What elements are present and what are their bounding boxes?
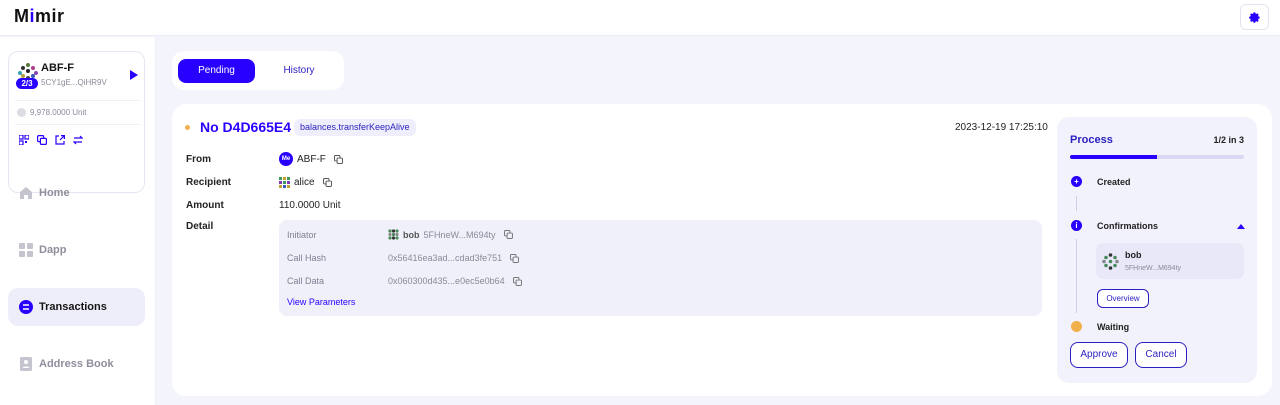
sidebar-item-label: Home xyxy=(39,187,70,199)
gear-icon xyxy=(1249,11,1260,23)
account-card[interactable]: 2/3 ABF-F 5CY1gE...QiHR9V 9,978.0000 Uni… xyxy=(8,51,145,193)
process-title: Process xyxy=(1070,134,1113,146)
from-value: Me ABF-F xyxy=(279,152,343,166)
external-link-icon[interactable] xyxy=(55,134,65,145)
account-address: 5CY1gE...QiHR9V xyxy=(41,78,107,87)
top-bar: Mimir xyxy=(0,0,1280,36)
sidebar-item-address-book[interactable]: Address Book xyxy=(8,345,145,383)
signer-address: 5FHneW...M694ty xyxy=(1125,265,1182,272)
transaction-tabs: Pending History xyxy=(172,51,344,90)
recipient-avatar xyxy=(279,177,290,188)
app-logo[interactable]: Mimir xyxy=(14,6,65,27)
initiator-label: Initiator xyxy=(287,230,317,240)
account-actions xyxy=(18,134,84,146)
detail-label: Detail xyxy=(186,221,214,232)
account-name: ABF-F xyxy=(41,62,74,74)
copy-icon[interactable] xyxy=(510,253,520,263)
overview-button[interactable]: Overview xyxy=(1097,289,1149,308)
tab-pending[interactable]: Pending xyxy=(178,59,255,83)
initiator-avatar xyxy=(388,229,399,240)
dapp-icon xyxy=(19,243,33,257)
initiator-name: bob xyxy=(403,229,420,240)
step-waiting: Waiting xyxy=(1097,322,1130,332)
amount-label: Amount xyxy=(186,200,224,211)
pending-status-dot xyxy=(185,125,190,130)
threshold-badge: 2/3 xyxy=(16,78,38,89)
process-count: 1/2 in 3 xyxy=(1213,135,1244,145)
from-name: ABF-F xyxy=(297,153,326,165)
call-hash-label: Call Hash xyxy=(287,253,327,263)
timeline-line xyxy=(1076,196,1077,211)
method-badge: balances.transferKeepAlive xyxy=(294,119,416,136)
call-hash-value: 0x56416ea3ad...cdad3fe751 xyxy=(388,253,520,263)
sidebar-item-label: Dapp xyxy=(39,244,67,256)
coin-icon xyxy=(17,107,26,117)
signer-name: bob xyxy=(1125,250,1142,260)
home-icon xyxy=(20,187,32,199)
process-progress-bar xyxy=(1070,155,1244,159)
sidebar-item-dapp[interactable]: Dapp xyxy=(8,231,145,269)
me-badge: Me xyxy=(279,152,293,166)
recipient-value: alice xyxy=(279,177,332,188)
copy-icon[interactable] xyxy=(37,134,48,146)
recipient-label: Recipient xyxy=(186,177,232,188)
copy-icon[interactable] xyxy=(503,230,513,239)
copy-icon[interactable] xyxy=(322,178,332,187)
from-label: From xyxy=(186,154,211,165)
initiator-value: bob 5FHneW...M694ty xyxy=(388,229,513,240)
process-progress-fill xyxy=(1070,155,1157,159)
sidebar-item-transactions[interactable]: Transactions xyxy=(8,288,145,326)
divider xyxy=(15,124,139,125)
sidebar-item-home[interactable]: Home xyxy=(8,174,145,212)
sidebar-item-label: Address Book xyxy=(39,358,114,370)
signer-card: bob 5FHneW...M694ty xyxy=(1096,243,1244,279)
step-confirmations: Confirmations xyxy=(1097,221,1159,231)
account-balance: 9,978.0000 Unit xyxy=(17,106,87,118)
process-panel: Process 1/2 in 3 + Created i Confirmatio… xyxy=(1057,117,1257,383)
divider xyxy=(15,100,139,101)
address-book-icon xyxy=(20,357,32,371)
copy-icon[interactable] xyxy=(333,154,343,164)
view-parameters-link[interactable]: View Parameters xyxy=(287,297,355,307)
qr-icon[interactable] xyxy=(18,134,30,146)
call-data-value: 0x060300d435...e0ec5e0b64 xyxy=(388,276,522,286)
transaction-title: No D4D665E4 xyxy=(200,119,292,135)
transactions-icon xyxy=(19,300,33,314)
switch-icon[interactable] xyxy=(72,134,84,145)
cancel-button[interactable]: Cancel xyxy=(1135,342,1187,368)
sidebar-item-label: Transactions xyxy=(39,301,107,313)
call-data-label: Call Data xyxy=(287,276,325,286)
collapse-caret-icon[interactable] xyxy=(1237,224,1245,229)
signer-avatar xyxy=(1102,253,1119,270)
copy-icon[interactable] xyxy=(512,276,522,286)
amount-value: 110.0000 Unit xyxy=(279,200,341,211)
created-plus-icon: + xyxy=(1071,176,1082,187)
settings-button[interactable] xyxy=(1240,4,1269,30)
approve-button[interactable]: Approve xyxy=(1070,342,1128,368)
transaction-timestamp: 2023-12-19 17:25:10 xyxy=(955,122,1048,133)
initiator-address: 5FHneW...M694ty xyxy=(423,229,496,240)
recipient-name: alice xyxy=(294,177,315,188)
detail-panel: Initiator bob 5FHneW...M694ty Call Hash … xyxy=(279,220,1042,316)
sidebar: 2/3 ABF-F 5CY1gE...QiHR9V 9,978.0000 Uni… xyxy=(0,37,156,405)
tab-history[interactable]: History xyxy=(260,59,338,83)
play-arrow-icon[interactable] xyxy=(130,70,138,80)
confirmations-info-icon: i xyxy=(1071,220,1082,231)
waiting-clock-icon xyxy=(1071,321,1082,332)
step-created: Created xyxy=(1097,177,1131,187)
timeline-line xyxy=(1076,239,1077,313)
